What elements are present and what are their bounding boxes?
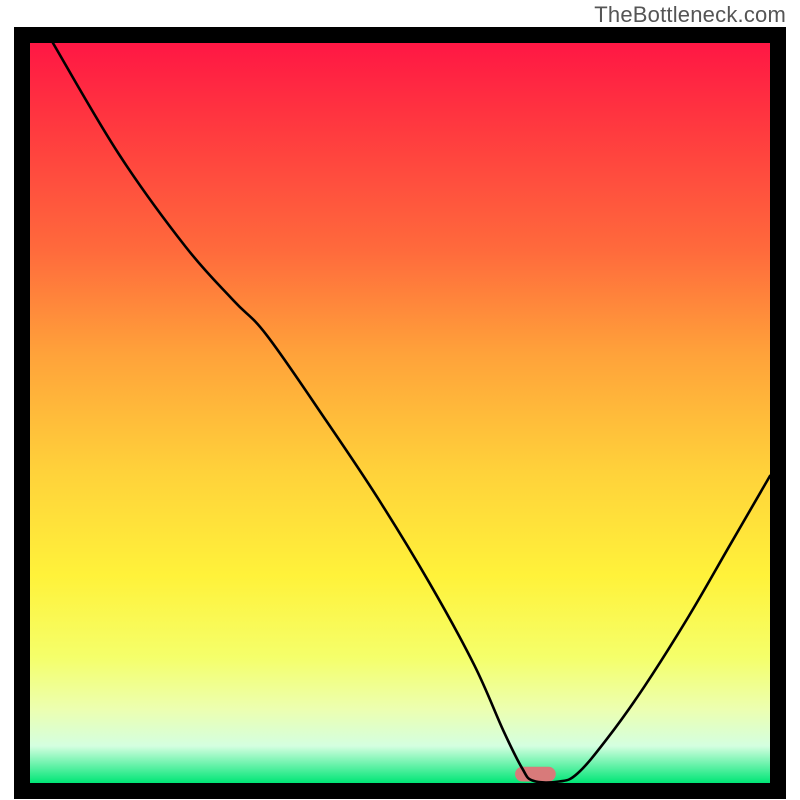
plot-background [30, 43, 770, 783]
bottleneck-chart: TheBottleneck.com [0, 0, 800, 800]
chart-svg [0, 0, 800, 800]
